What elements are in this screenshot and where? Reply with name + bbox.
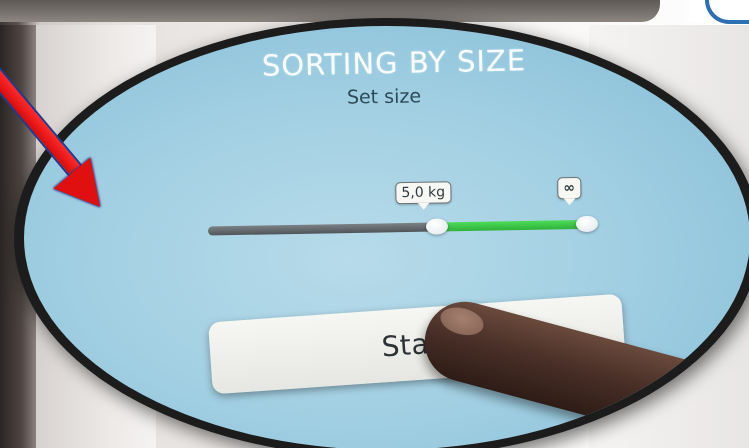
slider-min-handle[interactable] bbox=[425, 218, 449, 235]
slider-max-handle[interactable] bbox=[575, 215, 599, 233]
screen-subtitle: Set size bbox=[346, 85, 422, 109]
device-screen: SORTING BY SIZE Set size 5,0 kg ∞ Start bbox=[24, 26, 749, 448]
slider-selected-range bbox=[433, 219, 585, 232]
finger-nail bbox=[437, 303, 487, 340]
screen-title: SORTING BY SIZE bbox=[261, 43, 527, 83]
background-top-bar bbox=[0, 0, 660, 22]
max-value-tooltip: ∞ bbox=[557, 176, 582, 200]
min-value-tooltip: 5,0 kg bbox=[395, 181, 452, 205]
page: SORTING BY SIZE Set size 5,0 kg ∞ Start bbox=[0, 0, 749, 448]
slider-track[interactable] bbox=[207, 222, 439, 236]
size-range-slider[interactable]: 5,0 kg ∞ bbox=[207, 176, 609, 252]
